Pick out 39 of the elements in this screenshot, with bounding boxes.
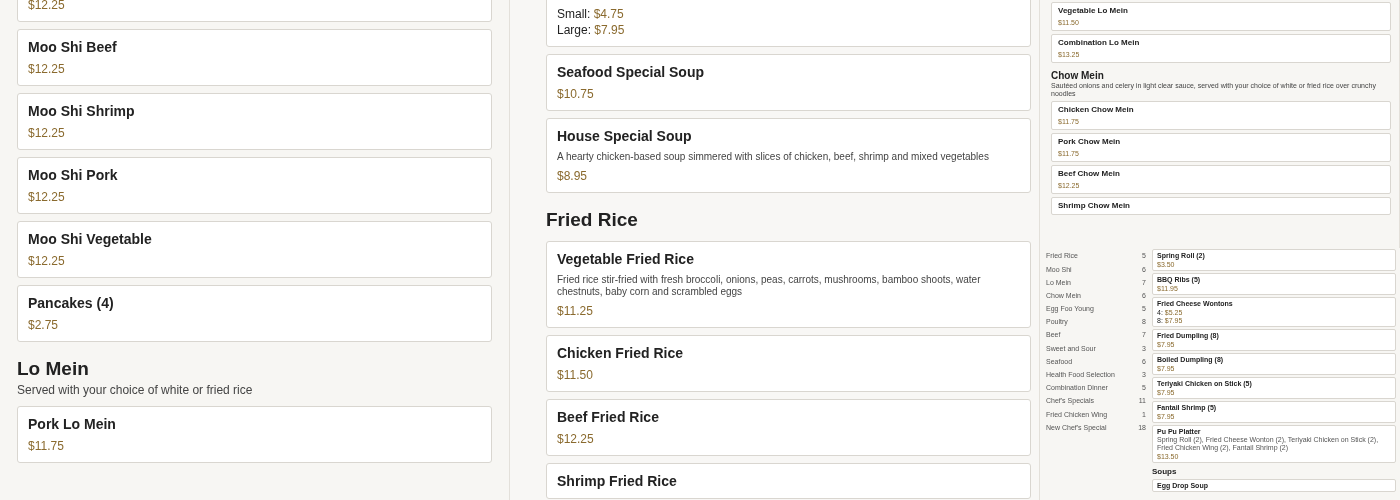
item-description: Fried rice stir-fried with fresh broccoli, onions, peas, carrots, mushrooms, bamboo shoots, water chestnuts, baby corn and scrambled eggs	[557, 274, 982, 298]
item-price: $2.75	[28, 317, 60, 333]
item-description: A hearty chicken-based soup simmered with slices of chicken, beef, shrimp and mixed vegetables	[557, 151, 990, 163]
item-price: Small: $4.75	[557, 6, 625, 22]
section-description: Served with your choice of white or fried rice	[17, 382, 254, 398]
item-name: Moo Shi Pork	[28, 166, 119, 184]
item-price: $11.75	[28, 438, 65, 454]
item-name: Chicken Fried Rice	[557, 344, 685, 362]
item-price: $8.95	[557, 168, 589, 184]
item-name: Vegetable Fried Rice	[557, 250, 695, 268]
item-price: $10.75	[557, 86, 595, 102]
item-price: $12.25	[28, 61, 66, 77]
section-heading: Lo Mein	[17, 357, 90, 381]
item-price: $12.25	[28, 0, 66, 13]
item-name: Beef Fried Rice	[557, 408, 660, 426]
item-price: $11.25	[557, 303, 594, 319]
item-name: Beef Chow Mein	[1058, 169, 1121, 179]
item-name: Moo Shi Beef	[28, 38, 118, 56]
item-price: $12.25	[28, 253, 66, 269]
item-name: Pork Lo Mein	[28, 415, 117, 433]
item-name: Moo Shi Shrimp	[28, 102, 136, 120]
item-name: Combination Lo Mein	[1058, 38, 1141, 48]
item-name: House Special Soup	[557, 127, 693, 145]
section-heading: Fried Rice	[546, 208, 639, 232]
item-name: Shrimp Chow Mein	[1058, 201, 1131, 211]
section-heading: Chow Mein	[1051, 69, 1105, 82]
item-name: Moo Shi Vegetable	[28, 230, 153, 248]
item-name: Pancakes (4)	[28, 294, 115, 312]
item-name: Pork Chow Mein	[1058, 137, 1122, 147]
item-price: $12.25	[28, 189, 66, 205]
item-name: Chicken Chow Mein	[1058, 105, 1135, 115]
item-price: $12.25	[557, 431, 595, 447]
item-price: $12.25	[28, 125, 66, 141]
item-price: $11.50	[557, 367, 594, 383]
item-name: Seafood Special Soup	[557, 63, 706, 81]
item-name: Vegetable Lo Mein	[1058, 6, 1129, 16]
item-price: Large: $7.95	[557, 22, 626, 38]
item-name: Shrimp Fried Rice	[557, 472, 678, 490]
section-heading: Soups	[1152, 467, 1178, 477]
